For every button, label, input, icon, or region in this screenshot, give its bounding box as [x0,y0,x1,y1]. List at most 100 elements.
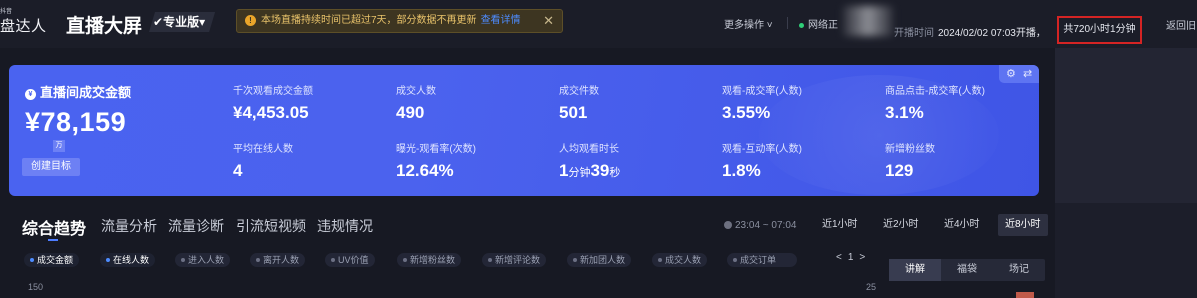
start-time: 开播时间 2024/02/02 07:03开播， [894,24,1046,39]
tab-notes[interactable]: 场记 [993,259,1045,281]
series-dot-icon [573,258,577,262]
metric-label: 人均观看时长 [559,144,619,155]
chip-label: 新增粉丝数 [410,255,456,265]
header-divider [787,17,788,29]
chevron-left-icon[interactable]: < [836,252,848,263]
range-1h-button[interactable]: 近1小时 [815,214,865,236]
metric-value: 1.8% [722,161,761,180]
chip-entries[interactable]: 进入人数 [175,253,231,267]
series-dot-icon [488,258,492,262]
tab-traffic-analysis[interactable]: 流量分析 [101,216,157,236]
status-dot-icon [799,22,804,28]
chip-label: 离开人数 [263,255,300,265]
settings-icon[interactable]: ⚙ [1006,67,1016,80]
network-status: 网络正 [799,16,838,31]
switch-icon[interactable]: ⇄ [1023,67,1032,80]
chip-gmv[interactable]: 成交金额 [24,253,80,267]
tab-violations[interactable]: 违规情况 [317,216,373,236]
metric-label: 观看-成交率(人数) [722,86,802,97]
metric-avg-online: 平均在线人数 4 [233,140,293,181]
chip-label: 新增评论数 [495,255,541,265]
gmv-label: 直播间成交金额 [40,85,132,100]
chip-online-users[interactable]: 在线人数 [100,253,156,267]
metric-interaction-rate: 观看-互动率(人数) 1.8% [722,140,802,181]
series-dot-icon [658,258,662,262]
close-icon[interactable]: ✕ [543,10,554,32]
gmv-unit: 万 [53,140,65,152]
side-panel-tabs: 讲解 福袋 场记 [889,259,1045,281]
series-dot-icon [403,258,407,262]
chip-pager: <1> [836,252,871,263]
metric-value: ¥4,453.05 [233,103,309,122]
metric-value: 4 [233,161,243,180]
right-panel-top [1055,48,1197,203]
gmv-title: ¥ 直播间成交金额 [25,82,131,101]
time-range-label: 23:04 ~ 07:04 [735,220,797,231]
series-dot-icon [256,258,260,262]
yuan-icon: ¥ [25,89,36,100]
duration-highlight: 共720小时1分钟 [1057,16,1142,44]
metric-label: 成交件数 [559,86,599,97]
chip-label: 成交金额 [37,255,74,265]
logo-subtext: 抖音 [0,9,13,15]
tab-overall-trend[interactable]: 综合趋势 [22,215,86,241]
edition-label: 专业版 [163,15,200,29]
metric-value: 3.1% [885,103,924,122]
metric-value: 3.55% [722,103,771,122]
page-title: 直播大屏 [66,16,143,37]
chip-label: UV价值 [338,255,369,265]
range-4h-button[interactable]: 近4小时 [937,214,987,236]
time-range: 23:04 ~ 07:04 [724,220,796,231]
metric-value: 490 [396,103,425,122]
back-to-old-button[interactable]: 返回旧 [1166,17,1196,32]
tab-traffic-diagnosis[interactable]: 流量诊断 [168,216,224,236]
card-tools: ⚙ ⇄ [999,65,1039,83]
metric-value: 501 [559,103,588,122]
product-thumbnail[interactable] [1016,292,1034,298]
chip-new-comments[interactable]: 新增评论数 [482,253,547,267]
metric-gpm: 千次观看成交金额 ¥4,453.05 [233,82,313,123]
seconds-unit: 秒 [609,167,621,179]
page-number: 1 [847,252,860,263]
tab-short-videos[interactable]: 引流短视频 [236,216,306,236]
chevron-right-icon[interactable]: > [859,252,871,263]
metric-view-conversion: 观看-成交率(人数) 3.55% [722,82,802,123]
chip-label: 成交订单 [740,255,777,265]
gmv-value: ¥78,159 [25,107,127,137]
chip-exits[interactable]: 离开人数 [250,253,306,267]
create-goal-button[interactable]: 创建目标 [22,158,80,176]
range-8h-button[interactable]: 近8小时 [998,214,1048,236]
metrics-card: ⚙ ⇄ ¥ 直播间成交金额 ¥78,159 万 创建目标 千次观看成交金额 ¥4,… [9,65,1039,196]
metric-label: 成交人数 [396,86,436,97]
chip-new-followers[interactable]: 新增粉丝数 [397,253,462,267]
redacted-area [843,6,893,36]
chip-new-group-members[interactable]: 新加团人数 [567,253,632,267]
series-dot-icon [30,258,34,262]
network-label: 网络正 [808,20,838,31]
range-2h-button[interactable]: 近2小时 [876,214,926,236]
start-time-label: 开播时间 [894,28,934,39]
live-dashboard: 抖音 盘达人 直播大屏 ✔专业版▾ ! 本场直播持续时间已超过7天，部分数据不再… [0,0,1197,298]
series-dot-icon [181,258,185,262]
chip-buyers[interactable]: 成交人数 [652,253,708,267]
tab-explain[interactable]: 讲解 [889,259,941,281]
chip-label: 在线人数 [113,255,150,265]
metric-buyers: 成交人数 490 [396,82,436,123]
logo[interactable]: 盘达人 [0,15,47,36]
chip-uv-value[interactable]: UV价值 [325,253,375,267]
more-operations-menu[interactable]: 更多操作 ˅ [724,16,773,31]
y-axis-top-left: 150 [28,282,44,292]
top-bar: 抖音 盘达人 直播大屏 ✔专业版▾ ! 本场直播持续时间已超过7天，部分数据不再… [0,0,1197,48]
metric-value: 1分钟39秒 [559,161,620,181]
tab-lucky-bag[interactable]: 福袋 [941,259,993,281]
metric-label: 新增粉丝数 [885,144,935,155]
metric-label: 观看-互动率(人数) [722,144,802,155]
notice-banner: ! 本场直播持续时间已超过7天，部分数据不再更新 查看详情 ✕ [236,9,563,33]
warning-icon: ! [245,15,256,26]
edition-dropdown[interactable]: ✔专业版▾ [149,12,215,32]
notice-text: 本场直播持续时间已超过7天，部分数据不再更新 [261,15,477,26]
clock-icon [724,221,732,229]
notice-details-link[interactable]: 查看详情 [481,15,521,26]
chip-orders[interactable]: 成交订单 [727,253,797,267]
metric-exposure-view-rate: 曝光-观看率(次数) 12.64% [396,140,476,181]
